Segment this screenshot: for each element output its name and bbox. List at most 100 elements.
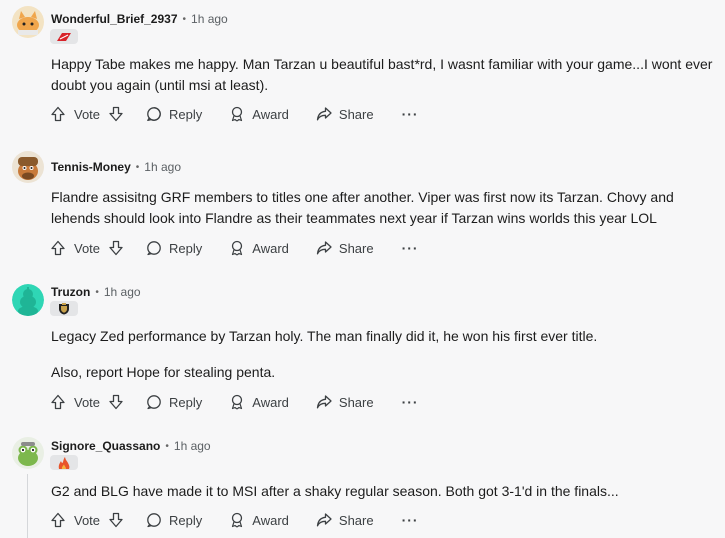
timestamp[interactable]: 1h ago [174,439,211,453]
separator-dot: • [182,13,187,25]
avatar[interactable] [12,284,44,316]
comment-actions: Vote Reply Award Share ··· [50,510,419,530]
share-icon [316,107,332,121]
user-flair [50,29,78,44]
comment-paragraph: G2 and BLG have made it to MSI after a s… [51,483,619,499]
more-options-button[interactable]: ··· [402,106,419,122]
award-icon [232,394,243,410]
share-icon [316,395,332,409]
award-label: Award [252,240,289,256]
timestamp[interactable]: 1h ago [104,285,141,299]
downvote-button[interactable] [108,106,124,122]
award-icon [232,512,243,528]
award-button[interactable]: Award [229,394,289,410]
comment-paragraph: Legacy Zed performance by Tarzan holy. T… [51,328,598,344]
comment-bubble-icon [147,513,161,528]
frog-avatar-icon [12,437,44,469]
reply-label: Reply [169,394,203,410]
comment-body: Flandre assisitng GRF members to titles … [51,187,716,229]
reply-button[interactable]: Reply [146,240,202,256]
reply-label: Reply [169,106,203,122]
award-icon [232,106,243,122]
upvote-icon [51,394,65,410]
award-button[interactable]: Award [229,106,289,122]
comment-actions: Vote Reply Award Share ··· [50,392,419,412]
upvote-button[interactable] [50,106,66,122]
vote-label: Vote [74,106,101,122]
reply-button[interactable]: Reply [146,394,202,410]
username[interactable]: Tennis-Money [51,160,131,174]
comment-paragraph: Also, report Hope for stealing penta. [51,364,276,380]
separator-dot: • [135,161,140,173]
reply-label: Reply [169,240,203,256]
downvote-icon [109,394,123,410]
downvote-button[interactable] [108,240,124,256]
comment-bubble-icon [147,395,161,410]
share-label: Share [338,240,374,256]
share-label: Share [338,512,374,528]
comment-bubble-icon [147,241,161,256]
comment-body: Happy Tabe makes me happy. Man Tarzan u … [51,54,716,96]
username[interactable]: Truzon [51,285,90,299]
share-icon [316,241,332,255]
team-shield-icon [59,302,69,314]
downvote-icon [109,240,123,256]
upvote-icon [51,106,65,122]
comment-body: Legacy Zed performance by Tarzan holy. T… [51,326,716,383]
share-label: Share [338,394,374,410]
share-button[interactable]: Share [316,106,374,122]
team-fire-icon [58,456,70,469]
upvote-button[interactable] [50,394,66,410]
share-button[interactable]: Share [316,240,374,256]
award-label: Award [252,512,289,528]
share-button[interactable]: Share [316,512,374,528]
reply-button[interactable]: Reply [146,512,202,528]
cat-avatar-icon [12,6,44,38]
more-options-button[interactable]: ··· [402,512,419,528]
more-options-button[interactable]: ··· [402,394,419,410]
comment-actions: Vote Reply Award Share ··· [50,238,419,258]
comment-bubble-icon [147,107,161,122]
avatar[interactable] [12,151,44,183]
vote-label: Vote [74,240,101,256]
thread-line[interactable] [27,474,28,538]
timestamp[interactable]: 1h ago [191,12,228,26]
downvote-button[interactable] [108,394,124,410]
username[interactable]: Signore_Quassano [51,439,160,453]
award-button[interactable]: Award [229,512,289,528]
comment-paragraph: Flandre assisitng GRF members to titles … [51,189,674,226]
username[interactable]: Wonderful_Brief_2937 [51,12,178,26]
award-label: Award [252,394,289,410]
upvote-button[interactable] [50,240,66,256]
viking-avatar-icon [12,151,44,183]
reply-label: Reply [169,512,203,528]
upvote-icon [51,512,65,528]
vote-label: Vote [74,394,101,410]
award-label: Award [252,106,289,122]
separator-dot: • [165,440,169,452]
snoo-avatar-icon [12,284,44,316]
user-flair [50,301,78,316]
timestamp[interactable]: 1h ago [144,160,181,174]
comment-body: G2 and BLG have made it to MSI after a s… [51,481,716,502]
comment-actions: Vote Reply Award Share ··· [50,104,419,124]
user-flair [50,455,78,470]
downvote-icon [109,106,123,122]
avatar[interactable] [12,6,44,38]
team-flag-icon [57,32,71,41]
downvote-button[interactable] [108,512,124,528]
reply-button[interactable]: Reply [146,106,202,122]
downvote-icon [109,512,123,528]
award-button[interactable]: Award [229,240,289,256]
more-options-button[interactable]: ··· [402,240,419,256]
upvote-button[interactable] [50,512,66,528]
comment-paragraph: Happy Tabe makes me happy. Man Tarzan u … [51,56,713,93]
separator-dot: • [95,286,99,298]
award-icon [232,240,243,256]
vote-label: Vote [74,512,101,528]
avatar[interactable] [12,437,44,469]
share-button[interactable]: Share [316,394,374,410]
share-icon [316,513,332,527]
share-label: Share [338,106,374,122]
upvote-icon [51,240,65,256]
